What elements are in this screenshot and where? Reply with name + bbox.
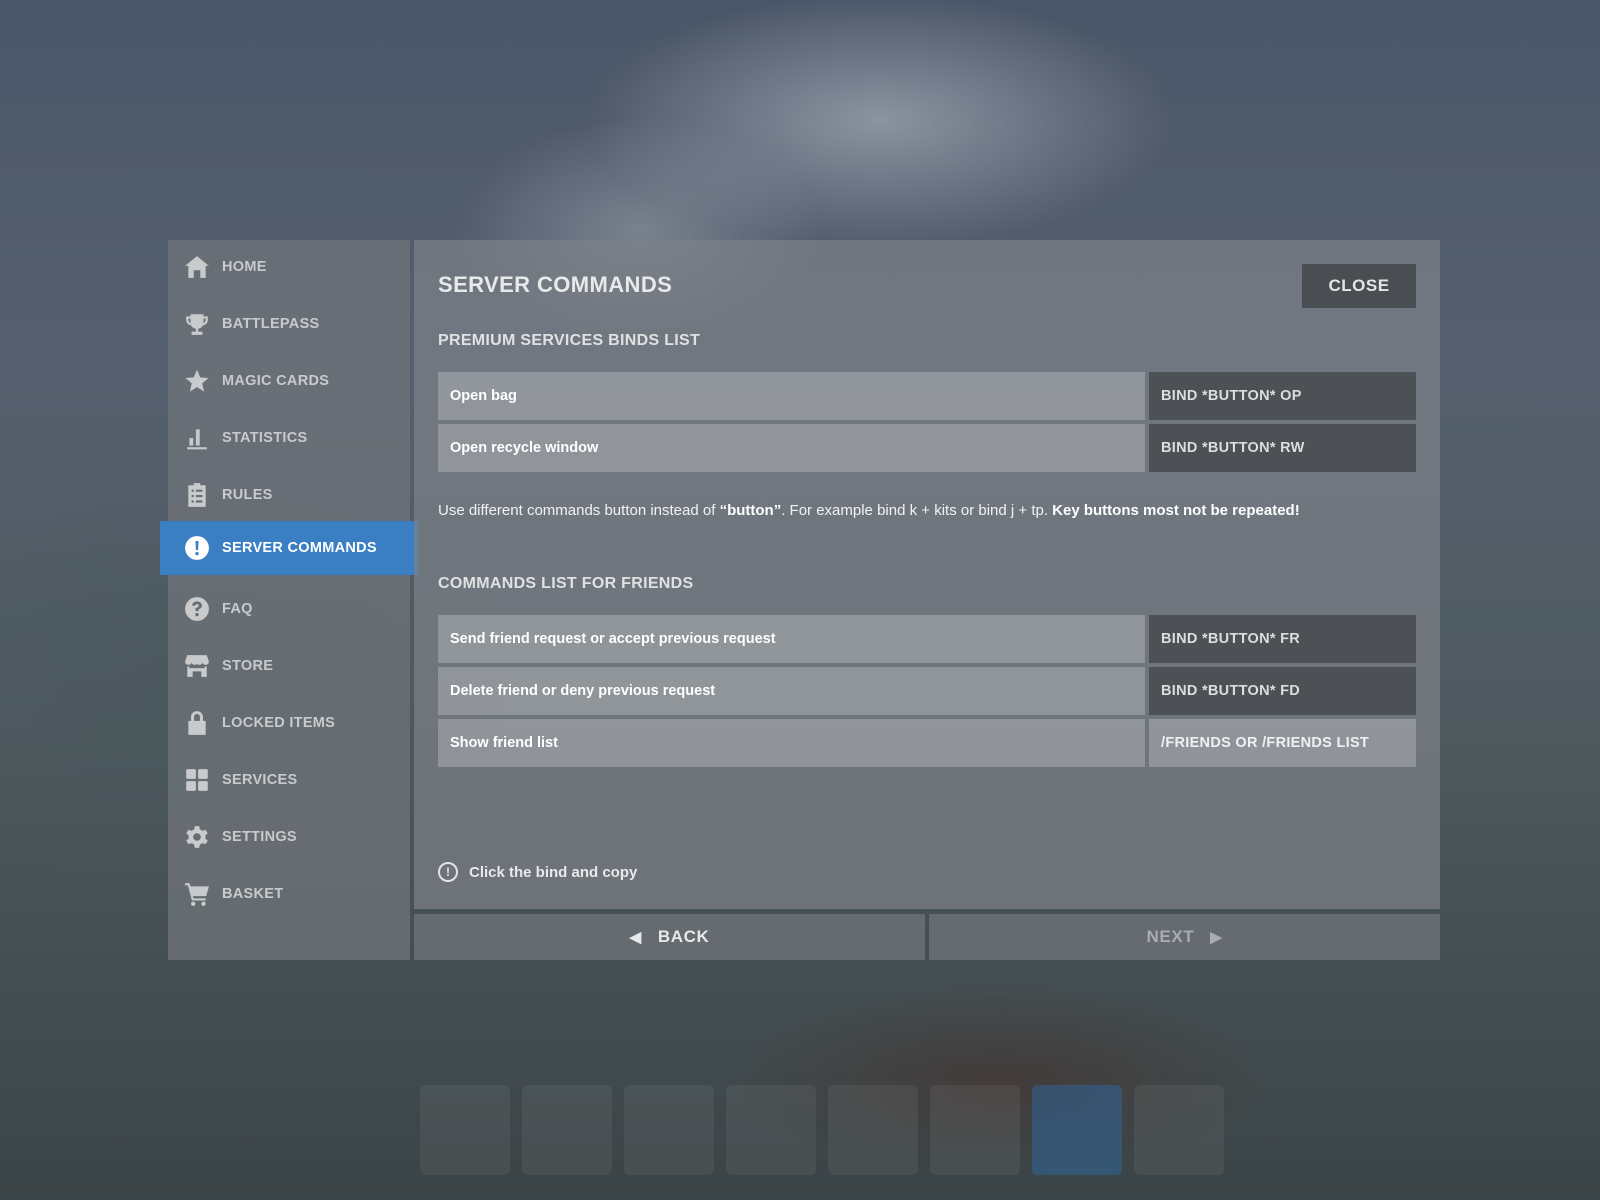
copy-hint: ! Click the bind and copy [438,862,637,882]
sidebar-item-home[interactable]: HOME [168,240,410,294]
sidebar-item-label: SERVER COMMANDS [222,540,377,556]
info-icon: ! [438,862,458,882]
question-circle-icon [184,596,210,622]
close-button[interactable]: CLOSE [1302,264,1416,308]
background-hotbar-slot [726,1085,816,1175]
command-description: Open bag [438,372,1145,420]
sidebar-item-services[interactable]: SERVICES [168,753,410,807]
command-description: Open recycle window [438,424,1145,472]
sidebar-item-label: STATISTICS [222,430,308,446]
note-text: Use different commands button instead of [438,502,720,519]
gear-icon [184,824,210,850]
background-hotbar-slot [420,1085,510,1175]
premium-binds-section-title: PREMIUM SERVICES BINDS LIST [438,332,701,349]
trophy-icon [184,311,210,337]
command-row: Delete friend or deny previous request B… [438,667,1416,715]
home-icon [184,254,210,280]
background-hotbar-slot [624,1085,714,1175]
exclamation-circle-icon [184,535,210,561]
background-hotbar-slot [522,1085,612,1175]
command-bind[interactable]: BIND *BUTTON* FD [1149,667,1416,715]
command-row: Show friend list /FRIENDS OR /FRIENDS LI… [438,719,1416,767]
lock-icon [184,710,210,736]
hint-text: Click the bind and copy [469,863,638,881]
cart-icon [184,881,210,907]
sidebar-item-faq[interactable]: FAQ [168,582,410,636]
sidebar-item-rules[interactable]: RULES [168,468,410,522]
store-icon [184,653,210,679]
background-hotbar-slot [1032,1085,1122,1175]
next-button[interactable]: NEXT ▶ [929,914,1440,960]
main-panel: SERVER COMMANDS CLOSE PREMIUM SERVICES B… [414,240,1440,909]
binding-note: Use different commands button instead of… [438,502,1300,519]
sidebar-item-label: SETTINGS [222,829,297,845]
background-hotbar-slot [1134,1085,1224,1175]
note-warning: Key buttons most not be repeated! [1052,502,1300,519]
note-text: . For example bind k + kits or bind j + … [781,502,1053,519]
sidebar-item-label: LOCKED ITEMS [222,715,336,731]
sidebar-item-server-commands[interactable]: SERVER COMMANDS [160,521,418,575]
background-hotbar-slot [828,1085,918,1175]
bar-chart-icon [184,425,210,451]
clipboard-icon [184,482,210,508]
command-row: Open bag BIND *BUTTON* OP [438,372,1416,420]
note-bold: “button” [719,502,782,519]
arrow-right-icon: ▶ [1210,929,1223,946]
back-button[interactable]: ◀ BACK [414,914,925,960]
command-description: Delete friend or deny previous request [438,667,1145,715]
command-bind[interactable]: BIND *BUTTON* OP [1149,372,1416,420]
sidebar-item-label: FAQ [222,601,253,617]
sidebar-item-settings[interactable]: SETTINGS [168,810,410,864]
sidebar-item-label: BASKET [222,886,284,902]
command-row: Open recycle window BIND *BUTTON* RW [438,424,1416,472]
sidebar-item-basket[interactable]: BASKET [168,867,410,921]
background-hotbar-slot [930,1085,1020,1175]
command-bind[interactable]: BIND *BUTTON* FR [1149,615,1416,663]
sidebar-item-magic-cards[interactable]: MAGIC CARDS [168,354,410,408]
grid-icon [184,767,210,793]
sidebar: HOME BATTLEPASS MAGIC CARDS STATISTICS R… [160,240,418,960]
command-description: Show friend list [438,719,1145,767]
sidebar-item-label: RULES [222,487,273,503]
sidebar-item-store[interactable]: STORE [168,639,410,693]
sidebar-item-battlepass[interactable]: BATTLEPASS [168,297,410,351]
sidebar-item-label: SERVICES [222,772,298,788]
command-description: Send friend request or accept previous r… [438,615,1145,663]
sidebar-item-label: BATTLEPASS [222,316,320,332]
command-bind[interactable]: /FRIENDS OR /FRIENDS LIST [1149,719,1416,767]
sidebar-item-statistics[interactable]: STATISTICS [168,411,410,465]
friends-commands-section-title: COMMANDS LIST FOR FRIENDS [438,575,694,592]
next-label: NEXT [1146,927,1195,946]
sidebar-item-locked-items[interactable]: LOCKED ITEMS [168,696,410,750]
arrow-left-icon: ◀ [629,929,642,946]
star-icon [184,368,210,394]
sidebar-item-label: MAGIC CARDS [222,373,330,389]
command-bind[interactable]: BIND *BUTTON* RW [1149,424,1416,472]
sidebar-item-label: STORE [222,658,274,674]
page-title: SERVER COMMANDS [438,272,673,297]
back-label: BACK [657,927,710,946]
command-row: Send friend request or accept previous r… [438,615,1416,663]
sidebar-item-label: HOME [222,259,267,275]
